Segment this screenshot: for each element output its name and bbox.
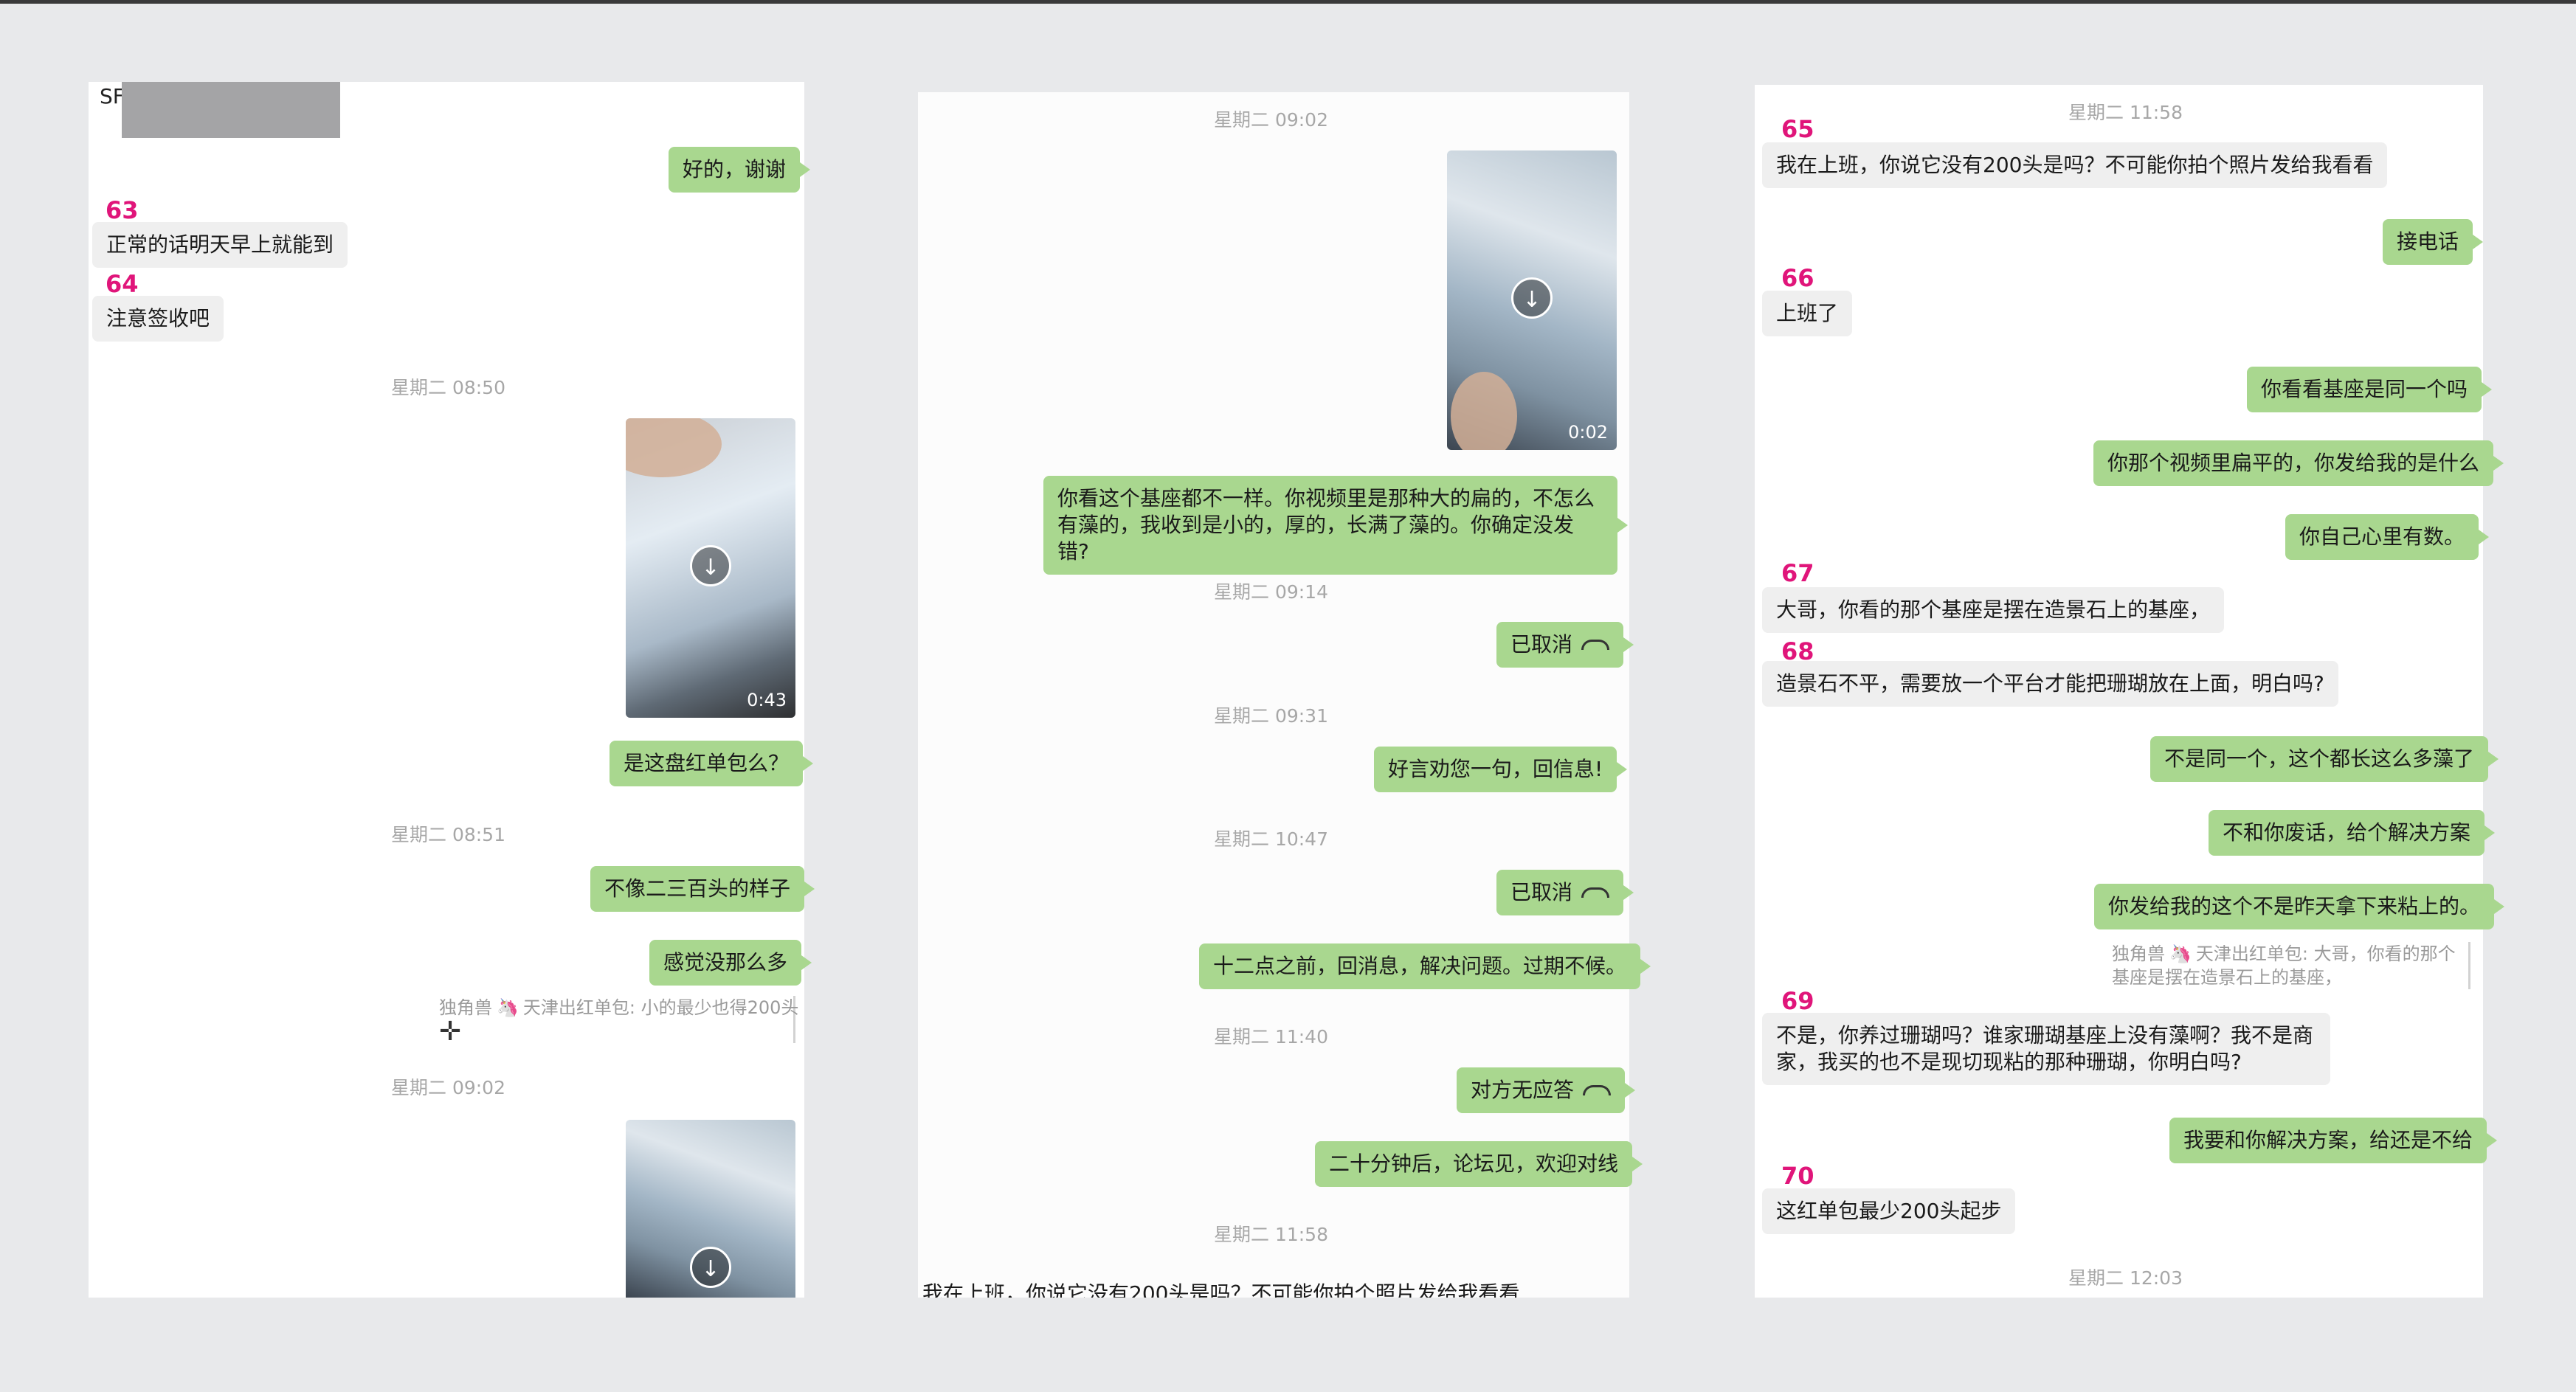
outgoing-message[interactable]: 你看看基座是同一个吗 [2247, 367, 2493, 412]
quote-text: 天津出红单包: 小的最少也得200头 [522, 997, 799, 1018]
timestamp: 星期二 09:02 [391, 1077, 505, 1098]
outgoing-message[interactable]: 好的，谢谢 [669, 147, 811, 193]
download-icon[interactable]: ↓ [1511, 277, 1553, 319]
incoming-message[interactable]: 正常的话明天早上就能到 [92, 222, 348, 268]
window-top-bar [0, 0, 2576, 4]
outgoing-message[interactable]: 不和你废话，给个解决方案 [2209, 810, 2496, 856]
timestamp: 星期二 09:31 [1214, 705, 1328, 727]
incoming-message[interactable]: 我在上班，你说它没有200头是吗？不可能你拍个照片发给我看看 [1762, 142, 2388, 188]
incoming-message[interactable]: 我在上班，你说它没有200头是吗？不可能你拍个照片发给我看看 [922, 1278, 1519, 1298]
call-status: 已取消 [1510, 632, 1573, 657]
phone-icon [1581, 640, 1610, 650]
timestamp: 星期二 09:02 [1214, 109, 1328, 131]
video-message[interactable]: ↓ 0:02 [1447, 150, 1617, 450]
quote-sender: 独角兽 [2112, 943, 2165, 964]
incoming-message[interactable]: 不是，你养过珊瑚吗？谁家珊瑚基座上没有藻啊？我不是商家，我买的也不是现切现粘的那… [1762, 1013, 2330, 1085]
incoming-message[interactable]: 这红单包最少200头起步 [1762, 1188, 2016, 1234]
outgoing-message[interactable]: 好言劝您一句，回信息! [1374, 747, 1628, 792]
phone-icon [1583, 1085, 1612, 1095]
outgoing-message[interactable]: 十二点之前，回消息，解决问题。过期不候。 [1199, 943, 1651, 989]
outgoing-message[interactable]: 我要和你解决方案，给还是不给 [2169, 1118, 2498, 1163]
incoming-message[interactable]: 大哥，你看的那个基座是摆在造景石上的基座， [1762, 587, 2225, 633]
clipped-message: 我在上班，你说它没有200头是吗？不可能你拍个照片发给我看看 [918, 1276, 1629, 1298]
incoming-message[interactable]: 上班了 [1762, 291, 1853, 336]
call-record[interactable]: 已取消 [1496, 622, 1634, 668]
plus-icon[interactable]: ✛ [439, 1017, 461, 1047]
outgoing-message[interactable]: 感觉没那么多 [649, 940, 812, 986]
phone-icon [1581, 887, 1610, 898]
message-number: 63 [106, 196, 139, 224]
unicorn-icon: 🦄 [2169, 943, 2192, 964]
quoted-reply[interactable]: 独角兽 🦄 天津出红单包: 大哥，你看的那个基座是摆在造景石上的基座， [2112, 942, 2470, 989]
tracking-label: SF [100, 84, 125, 108]
quote-sender: 独角兽 [439, 997, 492, 1018]
redacted-block [122, 82, 340, 138]
message-number: 64 [106, 270, 139, 298]
message-number: 65 [1781, 115, 1814, 143]
video-duration: 0:02 [1568, 422, 1608, 443]
call-status: 已取消 [1510, 880, 1573, 904]
timestamp: 星期二 11:40 [1214, 1026, 1328, 1048]
outgoing-message[interactable]: 不像二三百头的样子 [590, 866, 815, 912]
incoming-message[interactable]: 造景石不平，需要放一个平台才能把珊瑚放在上面，明白吗? [1762, 661, 2338, 707]
video-message[interactable]: ↓ [626, 1120, 795, 1298]
timestamp: 星期二 08:51 [391, 824, 505, 845]
download-icon[interactable]: ↓ [690, 1247, 731, 1288]
download-icon[interactable]: ↓ [690, 545, 731, 586]
timestamp: 星期二 11:58 [1214, 1224, 1328, 1245]
video-message[interactable]: ↓ 0:43 [626, 418, 795, 718]
outgoing-message[interactable]: 接电话 [2383, 219, 2484, 265]
outgoing-message[interactable]: 你看这个基座都不一样。你视频里是那种大的扁的，不怎么有藻的，我收到是小的，厚的，… [1043, 476, 1628, 575]
timestamp: 星期二 08:50 [391, 377, 505, 398]
outgoing-message[interactable]: 二十分钟后，论坛见，欢迎对线 [1315, 1141, 1643, 1187]
call-status: 对方无应答 [1471, 1078, 1575, 1102]
call-record[interactable]: 已取消 [1496, 870, 1634, 915]
outgoing-message[interactable]: 你发给我的这个不是昨天拿下来粘上的。 [2094, 884, 2505, 929]
timestamp: 星期二 11:58 [2068, 102, 2183, 123]
outgoing-message[interactable]: 你那个视频里扁平的，你发给我的是什么 [2093, 440, 2504, 486]
timestamp: 星期二 09:14 [1214, 581, 1328, 603]
quoted-reply[interactable]: 独角兽 🦄 天津出红单包: 小的最少也得200头 [439, 996, 798, 1043]
timestamp: 星期二 12:03 [2068, 1267, 2183, 1289]
video-duration: 0:43 [747, 690, 787, 710]
outgoing-message[interactable]: 不是同一个，这个都长这么多藻了 [2150, 736, 2499, 782]
outgoing-message[interactable]: 是这盘红单包么？ [610, 741, 814, 786]
message-number: 70 [1781, 1162, 1814, 1190]
unicorn-icon: 🦄 [497, 997, 519, 1018]
call-record[interactable]: 对方无应答 [1457, 1067, 1636, 1113]
timestamp: 星期二 10:47 [1214, 828, 1328, 850]
message-number: 69 [1781, 987, 1814, 1015]
message-number: 66 [1781, 264, 1814, 292]
message-number: 67 [1781, 559, 1814, 587]
outgoing-message[interactable]: 你自己心里有数。 [2285, 514, 2490, 560]
incoming-message[interactable]: 注意签收吧 [92, 296, 224, 342]
